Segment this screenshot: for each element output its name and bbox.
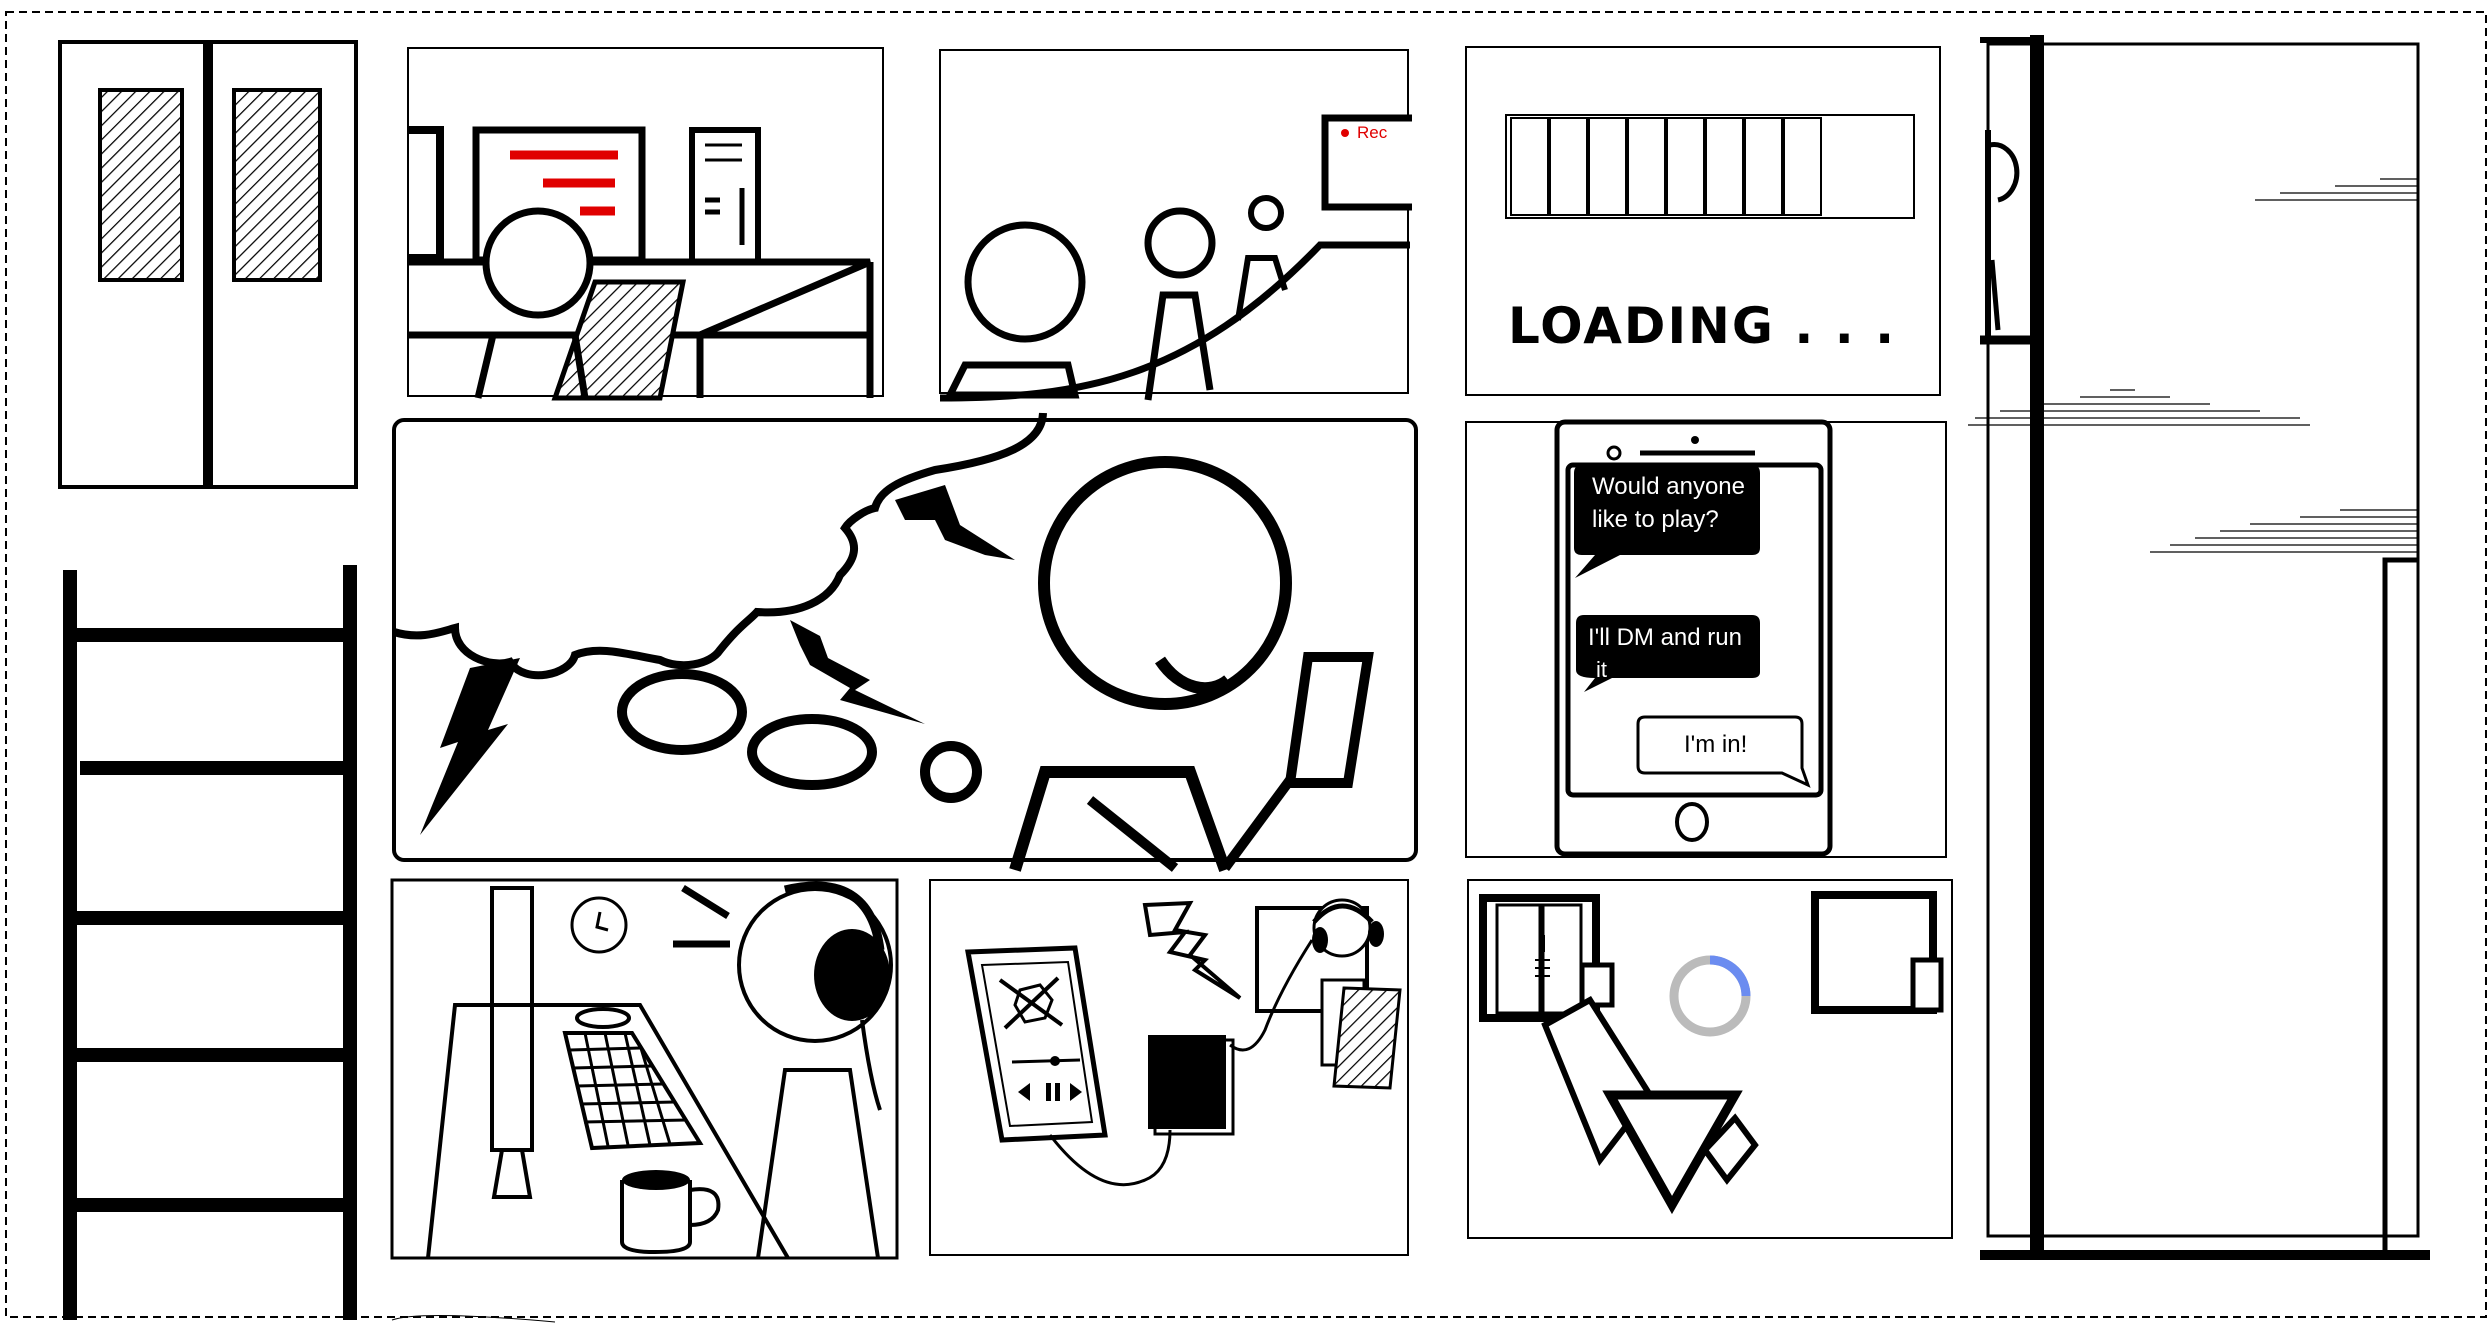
panel-music — [929, 879, 1409, 1256]
chat-message-3-line1: I'm in! — [1684, 731, 1747, 758]
panel-loading: LOADING . . . — [1465, 46, 1941, 396]
rec-label: Rec — [1357, 123, 1388, 142]
loading-label: LOADING . . . — [1508, 297, 1896, 355]
clock-icon — [570, 896, 628, 954]
ladder-icon — [63, 565, 357, 1320]
panel-desk — [407, 47, 884, 401]
door-icon — [58, 40, 358, 489]
panel-chat: Would anyone like to play? I'll DM and r… — [1465, 419, 1947, 858]
chat-message-1-line2: like to play? — [1592, 506, 1719, 533]
panel-recording: Rec — [939, 49, 1412, 402]
panel-doorway — [1968, 35, 2430, 1260]
chat-message-2-line2: it — [1596, 657, 1607, 682]
monitor-icon — [490, 886, 534, 1152]
chat-message-2-line1: I'll DM and run — [1588, 624, 1742, 651]
panel-computer — [390, 878, 899, 1260]
progress-segment — [1588, 117, 1627, 216]
progress-segment — [1705, 117, 1744, 216]
chat-message-1-line1: Would anyone — [1592, 473, 1745, 500]
progress-segment — [1666, 117, 1705, 216]
person-icon — [482, 207, 594, 319]
progress-segment — [1549, 117, 1588, 216]
panel-thinking — [392, 412, 1418, 873]
progress-segment — [1510, 117, 1549, 216]
panel-cursor — [1467, 879, 1953, 1239]
progress-segments — [1510, 117, 1822, 216]
comic-page: Rec LOADING . . . Would anyone like to p… — [5, 11, 2487, 1323]
progress-segment — [1744, 117, 1783, 216]
progress-segment — [1627, 117, 1666, 216]
progress-segment — [1783, 117, 1822, 216]
camera-icon: Rec — [1321, 114, 1412, 211]
